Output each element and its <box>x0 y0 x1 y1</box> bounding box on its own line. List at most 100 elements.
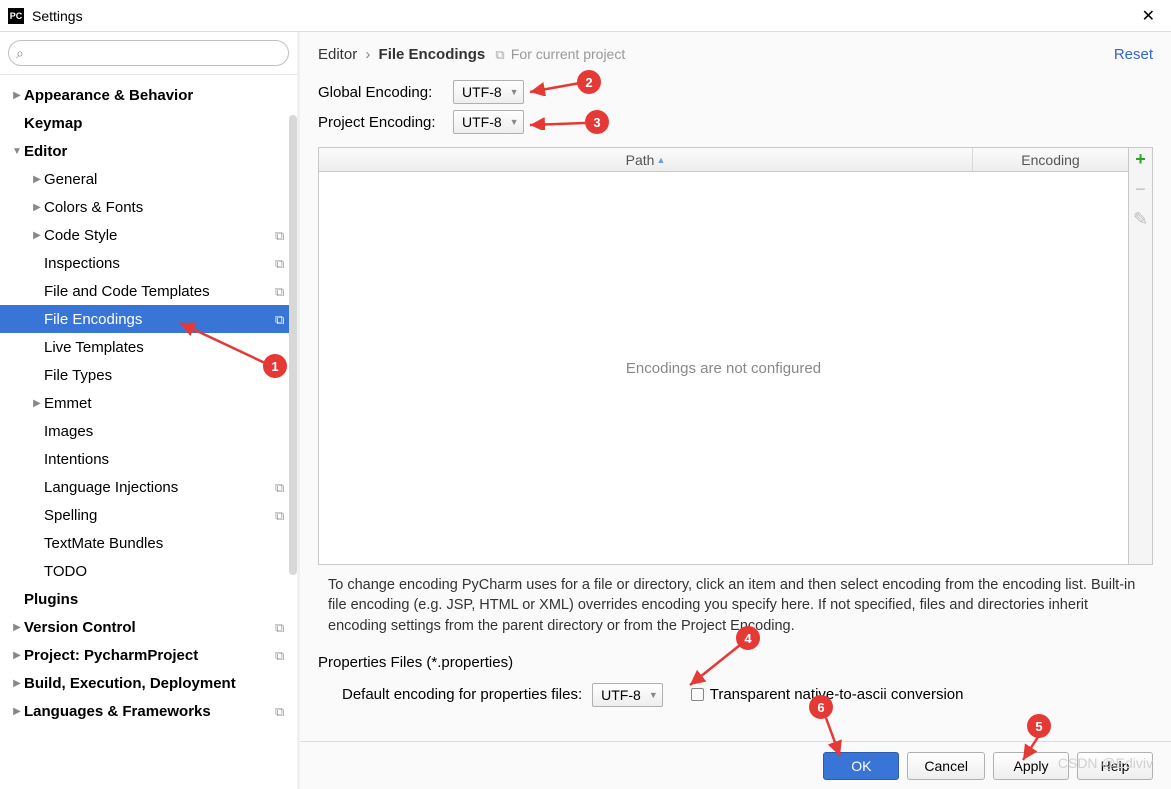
global-encoding-label: Global Encoding: <box>318 84 453 101</box>
footer: OK Cancel Apply Help <box>300 741 1171 789</box>
tree-item[interactable]: TODO <box>0 557 297 585</box>
edit-icon[interactable]: ✎ <box>1133 210 1148 228</box>
tree-item-label: Language Injections <box>44 479 275 496</box>
add-icon[interactable]: + <box>1135 150 1146 168</box>
ok-button[interactable]: OK <box>823 752 899 780</box>
tree-item[interactable]: ▶Colors & Fonts <box>0 193 297 221</box>
chevron-down-icon: ▼ <box>510 117 519 127</box>
remove-icon[interactable]: − <box>1135 180 1146 198</box>
tree-item[interactable]: Images <box>0 417 297 445</box>
tree-item[interactable]: ▶Emmet <box>0 389 297 417</box>
caret-icon: ▶ <box>10 622 24 633</box>
caret-icon: ▶ <box>30 174 44 185</box>
tree-item-label: Colors & Fonts <box>44 199 289 216</box>
copy-icon: ⧉ <box>275 284 289 298</box>
tree-item-label: TextMate Bundles <box>44 535 289 552</box>
encodings-table[interactable]: Path▲ Encoding Encodings are not configu… <box>318 147 1129 565</box>
tree-item[interactable]: File Types <box>0 361 297 389</box>
transparent-ascii-checkbox[interactable] <box>691 688 704 701</box>
copy-icon: ⧉ <box>275 620 289 634</box>
caret-icon: ▼ <box>10 146 24 157</box>
chevron-down-icon: ▼ <box>649 690 658 700</box>
global-encoding-dropdown[interactable]: UTF-8 ▼ <box>453 80 524 104</box>
tree-item-label: Languages & Frameworks <box>24 703 275 720</box>
titlebar: PC Settings ✕ <box>0 0 1171 32</box>
caret-icon: ▶ <box>30 230 44 241</box>
tree-item[interactable]: ▶Version Control⧉ <box>0 613 297 641</box>
caret-icon: ▶ <box>30 398 44 409</box>
tree-item[interactable]: File Encodings⧉ <box>0 305 297 333</box>
tree-item-label: TODO <box>44 563 289 580</box>
transparent-ascii-label: Transparent native-to-ascii conversion <box>710 686 964 703</box>
tree-item[interactable]: Inspections⧉ <box>0 249 297 277</box>
project-encoding-label: Project Encoding: <box>318 114 453 131</box>
tree-item[interactable]: Spelling⧉ <box>0 501 297 529</box>
reset-link[interactable]: Reset <box>1114 46 1153 63</box>
tree-item-label: General <box>44 171 289 188</box>
tree-item-label: Inspections <box>44 255 275 272</box>
tree-item[interactable]: ▶Project: PycharmProject⧉ <box>0 641 297 669</box>
copy-icon: ⧉ <box>275 256 289 270</box>
apply-button[interactable]: Apply <box>993 752 1069 780</box>
caret-icon: ▶ <box>10 650 24 661</box>
tree-item-label: Plugins <box>24 591 289 608</box>
copy-icon: ⧉ <box>275 704 289 718</box>
copy-icon: ⧉ <box>275 480 289 494</box>
properties-section-title: Properties Files (*.properties) <box>300 636 1171 671</box>
tree-item[interactable]: TextMate Bundles <box>0 529 297 557</box>
default-encoding-dropdown[interactable]: UTF-8 ▼ <box>592 683 663 707</box>
sort-asc-icon: ▲ <box>656 155 665 165</box>
chevron-down-icon: ▼ <box>510 87 519 97</box>
copy-icon: ⧉ <box>275 508 289 522</box>
tree-item-label: Appearance & Behavior <box>24 87 289 104</box>
tree-item-label: Live Templates <box>44 339 289 356</box>
copy-icon: ⧉ <box>275 648 289 662</box>
tree-item-label: File and Code Templates <box>44 283 275 300</box>
help-button[interactable]: Help <box>1077 752 1153 780</box>
tree-item-label: Emmet <box>44 395 289 412</box>
caret-icon: ▶ <box>10 678 24 689</box>
tree-item[interactable]: ▼Editor <box>0 137 297 165</box>
tree-item-label: Project: PycharmProject <box>24 647 275 664</box>
sidebar: ⌕ ▶Appearance & BehaviorKeymap▼Editor▶Ge… <box>0 32 300 789</box>
copy-icon: ⧉ <box>495 47 504 62</box>
search-input[interactable] <box>8 40 289 66</box>
tree-item-label: Code Style <box>44 227 275 244</box>
caret-icon: ▶ <box>30 202 44 213</box>
caret-icon: ▶ <box>10 90 24 101</box>
content-panel: Editor › File Encodings ⧉ For current pr… <box>300 32 1171 789</box>
close-icon[interactable]: ✕ <box>1134 6 1163 26</box>
col-path[interactable]: Path▲ <box>319 148 973 171</box>
help-text: To change encoding PyCharm uses for a fi… <box>300 565 1171 636</box>
tree-item[interactable]: ▶General <box>0 165 297 193</box>
tree-item-label: File Encodings <box>44 311 275 328</box>
tree-item[interactable]: Plugins <box>0 585 297 613</box>
tree-item-label: Build, Execution, Deployment <box>24 675 289 692</box>
tree-item-label: Intentions <box>44 451 289 468</box>
tree-item-label: Spelling <box>44 507 275 524</box>
tree-item[interactable]: Language Injections⧉ <box>0 473 297 501</box>
tree-item[interactable]: Keymap <box>0 109 297 137</box>
tree-item[interactable]: Intentions <box>0 445 297 473</box>
settings-tree[interactable]: ▶Appearance & BehaviorKeymap▼Editor▶Gene… <box>0 75 297 789</box>
tree-item-label: Images <box>44 423 289 440</box>
project-encoding-dropdown[interactable]: UTF-8 ▼ <box>453 110 524 134</box>
tree-item-label: Keymap <box>24 115 289 132</box>
table-tools: + − ✎ <box>1129 147 1153 565</box>
tree-item[interactable]: ▶Build, Execution, Deployment <box>0 669 297 697</box>
tree-item-label: File Types <box>44 367 289 384</box>
cancel-button[interactable]: Cancel <box>907 752 985 780</box>
col-encoding[interactable]: Encoding <box>973 148 1128 171</box>
copy-icon: ⧉ <box>275 312 289 326</box>
window-title: Settings <box>32 8 1134 24</box>
breadcrumb: Editor › File Encodings ⧉ For current pr… <box>300 32 1171 73</box>
scrollbar[interactable] <box>289 115 297 575</box>
tree-item[interactable]: ▶Languages & Frameworks⧉ <box>0 697 297 725</box>
app-icon: PC <box>8 8 24 24</box>
tree-item[interactable]: File and Code Templates⧉ <box>0 277 297 305</box>
tree-item[interactable]: ▶Code Style⧉ <box>0 221 297 249</box>
tree-item[interactable]: Live Templates <box>0 333 297 361</box>
default-encoding-label: Default encoding for properties files: <box>342 686 582 703</box>
tree-item[interactable]: ▶Appearance & Behavior <box>0 81 297 109</box>
tree-item-label: Version Control <box>24 619 275 636</box>
